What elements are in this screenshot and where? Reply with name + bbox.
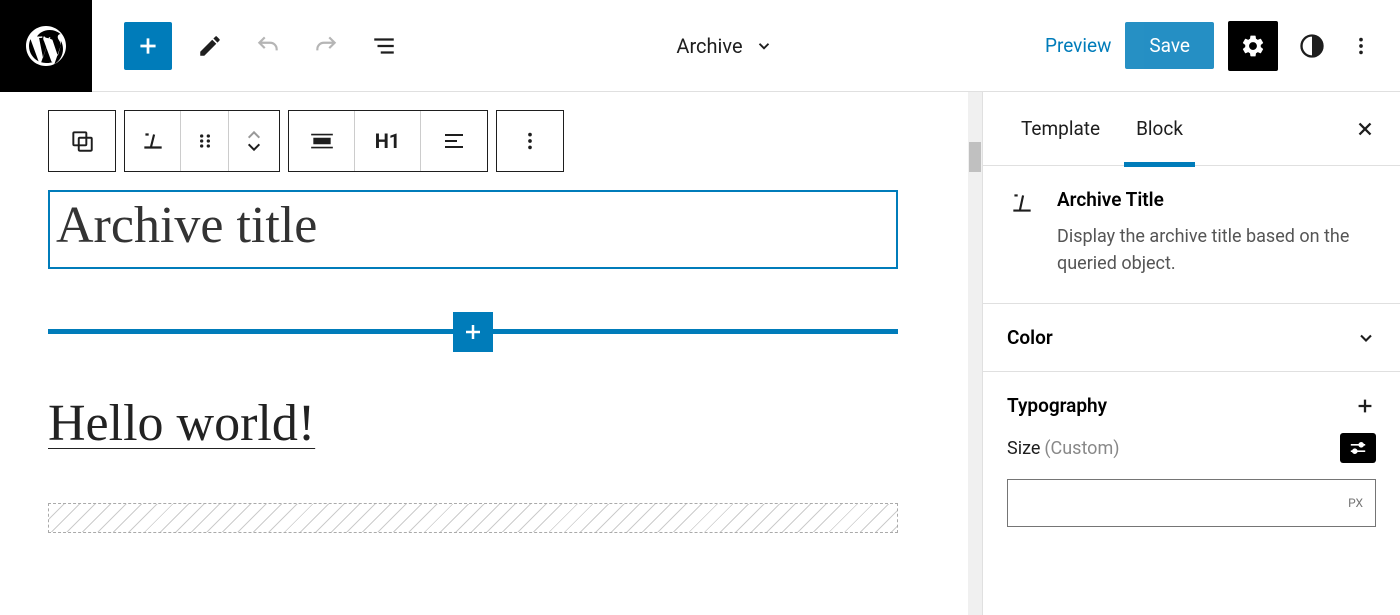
plus-icon[interactable]: [1354, 395, 1376, 417]
archive-title-icon: [1007, 188, 1037, 277]
archive-title-block[interactable]: Archive title: [48, 190, 898, 269]
archive-title-text: Archive title: [56, 196, 888, 255]
size-mode: (Custom): [1044, 438, 1119, 459]
post-title-block[interactable]: Hello world!: [48, 394, 934, 453]
settings-button[interactable]: [1228, 21, 1278, 71]
canvas-scrollbar[interactable]: [968, 92, 982, 615]
block-more-button[interactable]: [497, 111, 563, 171]
drag-handle[interactable]: [181, 111, 229, 171]
list-view-button[interactable]: [364, 26, 404, 66]
wordpress-logo[interactable]: [0, 0, 92, 92]
save-button[interactable]: Save: [1125, 22, 1214, 69]
tab-block[interactable]: Block: [1118, 92, 1201, 166]
edit-tool-button[interactable]: [190, 26, 230, 66]
align-button[interactable]: [289, 111, 355, 171]
styles-button[interactable]: [1292, 26, 1332, 66]
block-type-button[interactable]: [125, 111, 181, 171]
size-label: Size: [1007, 438, 1040, 459]
tab-template[interactable]: Template: [1003, 92, 1118, 166]
chevron-down-icon: [1356, 328, 1376, 348]
size-unit[interactable]: PX: [1348, 496, 1363, 510]
block-inserter-line: [48, 329, 898, 334]
add-block-button[interactable]: [124, 22, 172, 70]
block-name-heading: Archive Title: [1057, 188, 1376, 211]
undo-button[interactable]: [248, 26, 288, 66]
block-description: Display the archive title based on the q…: [1057, 223, 1376, 277]
heading-level-button[interactable]: H1: [355, 111, 421, 171]
inline-add-block-button[interactable]: [453, 312, 493, 352]
select-parent-button[interactable]: [49, 111, 115, 171]
placeholder-block[interactable]: [48, 503, 898, 533]
color-panel-toggle[interactable]: Color: [983, 304, 1400, 372]
text-align-button[interactable]: [421, 111, 487, 171]
redo-button[interactable]: [306, 26, 346, 66]
typography-panel-header[interactable]: Typography: [983, 372, 1400, 427]
block-movers[interactable]: [229, 111, 279, 171]
chevron-down-icon[interactable]: [755, 37, 773, 55]
template-name[interactable]: Archive: [676, 34, 742, 58]
preview-link[interactable]: Preview: [1045, 34, 1111, 57]
more-options-button[interactable]: [1346, 26, 1376, 66]
close-sidebar-button[interactable]: [1350, 114, 1380, 144]
block-toolbar: H1: [48, 110, 934, 172]
settings-sidebar: Template Block Archive Title Display the…: [982, 92, 1400, 615]
size-input[interactable]: PX: [1007, 479, 1376, 527]
editor-canvas[interactable]: H1 Archive title: [0, 92, 982, 615]
size-settings-button[interactable]: [1340, 433, 1376, 463]
